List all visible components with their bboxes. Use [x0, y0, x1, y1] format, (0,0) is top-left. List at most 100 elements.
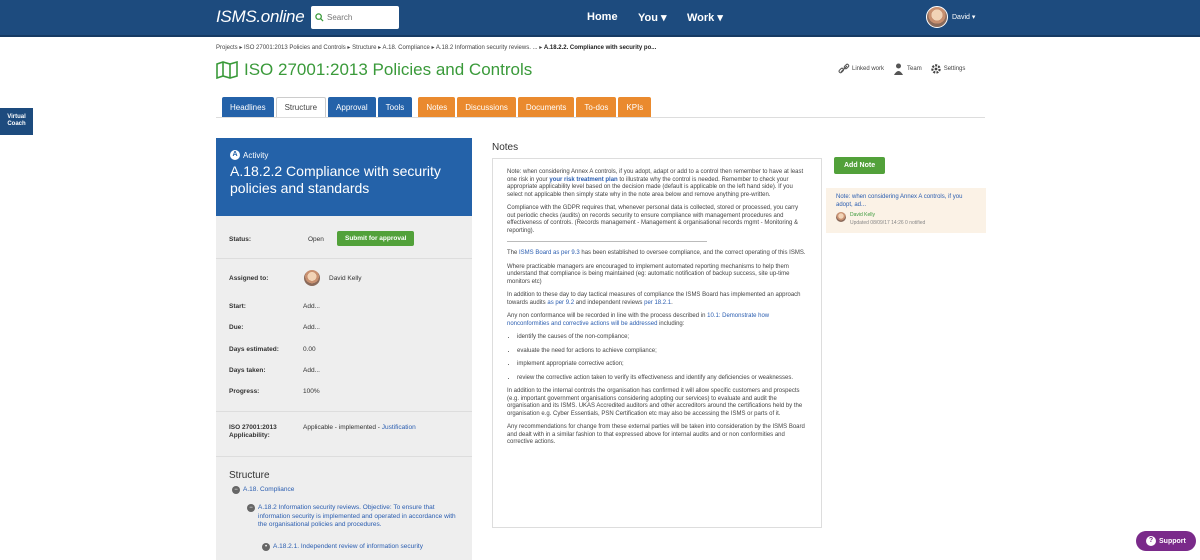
- tab-underline: [216, 117, 985, 118]
- status-label: Status:: [229, 236, 252, 243]
- note-paragraph: Any non conformance will be recorded in …: [507, 313, 770, 327]
- days-taken-label: Days taken:: [229, 367, 266, 374]
- top-actions: Linked work Team Settings: [838, 63, 965, 75]
- list-item: review the corrective action taken to ve…: [517, 375, 807, 383]
- progress-value[interactable]: 100%: [303, 388, 320, 395]
- tree-item-a18-2-1[interactable]: • A.18.2.1. Independent review of inform…: [262, 543, 463, 552]
- applicability-value: Applicable - implemented - Justification: [303, 424, 416, 431]
- activity-icon: A: [230, 150, 240, 160]
- note-paragraph: Compliance with the GDPR requires that, …: [507, 205, 799, 234]
- days-estimated-value[interactable]: 0.00: [303, 346, 316, 353]
- audits-link[interactable]: as per 9.2: [547, 300, 574, 306]
- start-label: Start:: [229, 303, 246, 310]
- map-icon: [216, 61, 238, 79]
- list-item: implement appropriate corrective action;: [517, 361, 807, 369]
- note-paragraph: In addition to the internal controls the…: [507, 388, 803, 417]
- team-button[interactable]: Team: [892, 63, 922, 75]
- user-name: David ▾: [952, 14, 976, 21]
- days-taken-add-link[interactable]: Add...: [303, 367, 320, 374]
- brand-logo[interactable]: ISMS.online: [216, 7, 305, 27]
- submit-for-approval-button[interactable]: Submit for approval: [337, 231, 415, 246]
- divider: [216, 258, 472, 259]
- add-note-button[interactable]: Add Note: [834, 157, 886, 174]
- breadcrumb-current: A.18.2.2. Compliance with security po...: [543, 45, 657, 51]
- note-paragraph: Note: when considering Annex A controls,…: [507, 169, 804, 198]
- notes-content[interactable]: Note: when considering Annex A controls,…: [492, 158, 822, 528]
- days-estimated-label: Days estimated:: [229, 346, 279, 353]
- independent-reviews-link[interactable]: per 18.2.1: [644, 300, 671, 306]
- search-input[interactable]: [327, 13, 397, 22]
- note-author: David Kelly: [850, 212, 876, 218]
- note-card-meta: David Kelly Updated 08/09/17 14:26 0 not…: [836, 212, 976, 227]
- activity-kind: A Activity: [230, 150, 458, 160]
- status-value: Open: [308, 236, 324, 243]
- note-list: identify the causes of the non-complianc…: [517, 334, 807, 382]
- note-card[interactable]: Note: when considering Annex A controls,…: [826, 188, 986, 233]
- top-nav-bar: ISMS.online Home You ▾ Work ▾ David ▾: [0, 0, 1200, 37]
- applicability-label-line1: ISO 27001:2013: [229, 424, 277, 431]
- structure-heading: Structure: [229, 470, 270, 481]
- start-add-link[interactable]: Add...: [303, 303, 320, 310]
- avatar: [836, 212, 846, 222]
- note-paragraph: Where practicable managers are encourage…: [507, 263, 790, 285]
- isms-board-link[interactable]: ISMS Board as per 9.3: [519, 250, 580, 256]
- page-title-row: ISO 27001:2013 Policies and Controls: [216, 60, 532, 80]
- collapse-icon[interactable]: −: [247, 504, 255, 512]
- notes-heading: Notes: [492, 142, 519, 153]
- breadcrumb-path[interactable]: Projects ▸ ISO 27001:2013 Policies and C…: [216, 45, 544, 51]
- virtual-coach-button[interactable]: Virtual Coach: [0, 108, 33, 135]
- activity-header: A Activity A.18.2.2 Compliance with secu…: [216, 138, 472, 216]
- link-icon: [838, 63, 850, 74]
- tab-discussions[interactable]: Discussions: [457, 97, 516, 117]
- tab-approval[interactable]: Approval: [328, 97, 376, 117]
- note-paragraph: The ISMS Board as per 9.3 has been estab…: [507, 250, 806, 256]
- properties-panel: Status: Open Submit for approval Assigne…: [216, 216, 472, 560]
- avatar: [926, 6, 948, 28]
- search-icon: [315, 13, 324, 22]
- user-menu[interactable]: David ▾: [926, 6, 975, 28]
- divider: [216, 456, 472, 457]
- tab-bar: Headlines Structure Approval Tools Notes…: [222, 97, 653, 117]
- tab-kpis[interactable]: KPIs: [618, 97, 652, 117]
- tab-todos[interactable]: To-dos: [576, 97, 617, 117]
- note-paragraph: Any recommendations for change from thes…: [507, 424, 805, 445]
- tab-structure[interactable]: Structure: [275, 97, 327, 117]
- divider: [507, 241, 707, 242]
- linked-work-button[interactable]: Linked work: [838, 63, 884, 75]
- team-icon: [894, 63, 904, 75]
- progress-label: Progress:: [229, 388, 260, 395]
- nav-work[interactable]: Work ▾: [687, 11, 723, 24]
- note-updated: Updated 08/09/17 14:26 0 notified: [850, 219, 926, 226]
- help-icon: ?: [1146, 536, 1156, 546]
- due-add-link[interactable]: Add...: [303, 324, 320, 331]
- breadcrumb: Projects ▸ ISO 27001:2013 Policies and C…: [216, 44, 656, 51]
- risk-treatment-plan-link[interactable]: your risk treatment plan: [549, 177, 617, 183]
- justification-link[interactable]: Justification: [382, 424, 416, 431]
- nav-you[interactable]: You ▾: [638, 11, 667, 24]
- list-item: identify the causes of the non-complianc…: [517, 334, 807, 342]
- nav-home[interactable]: Home: [587, 11, 618, 23]
- due-label: Due:: [229, 324, 244, 331]
- tab-headlines[interactable]: Headlines: [222, 97, 274, 117]
- support-button[interactable]: ? Support: [1136, 531, 1196, 551]
- applicability-label-line2: Applicability:: [229, 432, 270, 439]
- tree-item-a18[interactable]: − A.18. Compliance: [232, 486, 458, 495]
- tab-notes[interactable]: Notes: [418, 97, 456, 117]
- assignee-name[interactable]: David Kelly: [329, 275, 362, 282]
- tab-tools[interactable]: Tools: [377, 97, 413, 117]
- assigned-label: Assigned to:: [229, 275, 269, 282]
- collapse-icon[interactable]: −: [232, 486, 240, 494]
- note-paragraph: In addition to these day to day tactical…: [507, 292, 801, 306]
- page-title: ISO 27001:2013 Policies and Controls: [244, 60, 533, 79]
- assignee-avatar: [304, 270, 320, 286]
- settings-button[interactable]: Settings: [930, 63, 965, 75]
- tab-documents[interactable]: Documents: [517, 97, 575, 117]
- gear-icon: [930, 64, 941, 74]
- node-icon[interactable]: •: [262, 543, 270, 551]
- tree-item-a18-2[interactable]: − A.18.2 Information security reviews. O…: [247, 504, 458, 530]
- note-card-title[interactable]: Note: when considering Annex A controls,…: [836, 194, 976, 209]
- search-box[interactable]: [311, 6, 399, 29]
- activity-name: A.18.2.2 Compliance with security polici…: [230, 163, 441, 196]
- list-item: evaluate the need for actions to achieve…: [517, 348, 807, 356]
- divider: [216, 411, 472, 412]
